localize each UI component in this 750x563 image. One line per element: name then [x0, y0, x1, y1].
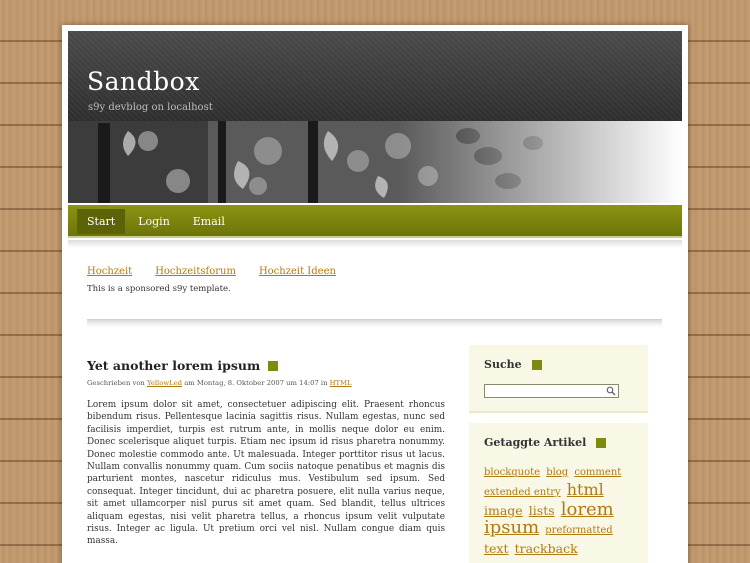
post-author-link[interactable]: YellowLed — [147, 379, 182, 387]
search-box — [484, 384, 619, 404]
search-widget: Suche — [469, 345, 648, 413]
page-container: Sandbox s9y devblog on localhost Start L… — [62, 25, 688, 563]
search-widget-title: Suche — [484, 358, 522, 371]
post-meta: Geschrieben von YellowLed am Montag, 8. … — [87, 379, 445, 387]
post-category-link[interactable]: HTML — [330, 379, 352, 387]
sponsor-link-hochzeit-ideen[interactable]: Hochzeit Ideen — [259, 266, 336, 277]
tag-cloud: blockquote blog comment extended entry h… — [484, 461, 634, 557]
tags-widget: Getaggte Artikel blockquote blog comment… — [469, 423, 648, 563]
sponsor-note: This is a sponsored s9y template. — [87, 284, 231, 294]
content-divider — [87, 319, 662, 328]
tag-lists[interactable]: lists — [529, 503, 555, 518]
square-bullet-icon — [268, 360, 279, 371]
blog-tagline: s9y devblog on localhost — [88, 102, 213, 113]
nav-item-start[interactable]: Start — [77, 209, 126, 234]
tags-widget-title-row: Getaggte Artikel — [484, 436, 634, 449]
post-title-row: Yet another lorem ipsum — [87, 358, 445, 373]
post-meta-date: am Montag, 8. Oktober 2007 um 14:07 in — [184, 379, 328, 387]
sponsor-link-hochzeitsforum[interactable]: Hochzeitsforum — [155, 266, 236, 277]
tag-extended-entry[interactable]: extended entry — [484, 487, 561, 498]
sidebar: Suche Getaggte Artikel blockquote blog c… — [469, 345, 648, 563]
search-input[interactable] — [485, 391, 603, 404]
tag-preformatted[interactable]: preformatted — [545, 525, 612, 536]
nav-menu: Start Login Email — [77, 209, 238, 234]
tag-html[interactable]: html — [567, 480, 604, 499]
tags-widget-title: Getaggte Artikel — [484, 436, 587, 449]
nav-shadow — [68, 240, 682, 248]
tag-text[interactable]: text — [484, 541, 509, 556]
post-meta-prefix: Geschrieben von — [87, 379, 145, 387]
tag-blockquote[interactable]: blockquote — [484, 467, 540, 478]
tag-image[interactable]: image — [484, 503, 523, 518]
blog-post: Yet another lorem ipsum Geschrieben von … — [87, 358, 445, 548]
main-navigation: Start Login Email — [68, 205, 682, 238]
magnifier-icon[interactable] — [606, 386, 616, 396]
tag-trackback[interactable]: trackback — [515, 541, 578, 556]
sponsor-link-hochzeit[interactable]: Hochzeit — [87, 266, 132, 277]
tag-comment[interactable]: comment — [574, 467, 621, 478]
square-bullet-icon — [531, 359, 542, 370]
blog-header: Sandbox s9y devblog on localhost — [68, 31, 682, 121]
blog-title[interactable]: Sandbox — [87, 67, 200, 96]
nav-item-login[interactable]: Login — [128, 209, 180, 234]
search-widget-title-row: Suche — [484, 358, 634, 371]
square-bullet-icon — [596, 437, 607, 448]
tag-blog[interactable]: blog — [546, 467, 568, 478]
post-title[interactable]: Yet another lorem ipsum — [87, 358, 260, 373]
sponsor-links: Hochzeit Hochzeitsforum Hochzeit Ideen — [87, 266, 336, 277]
post-body: Lorem ipsum dolor sit amet, consectetuer… — [87, 400, 445, 547]
nav-item-email[interactable]: Email — [183, 209, 235, 234]
header-banner-image — [68, 121, 682, 203]
